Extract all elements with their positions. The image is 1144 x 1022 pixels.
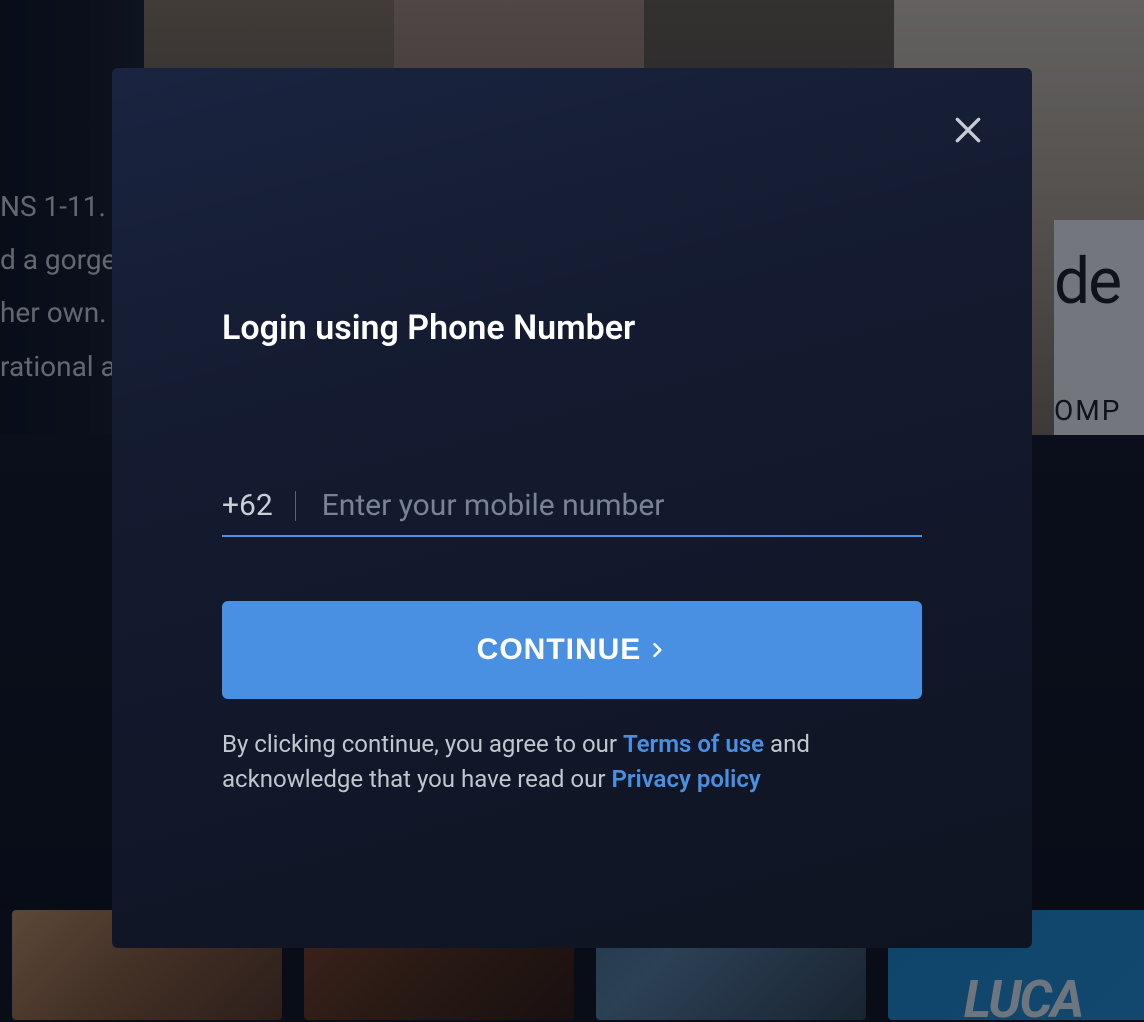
chevron-right-icon xyxy=(647,640,667,660)
modal-overlay: Login using Phone Number +62 CONTINUE By… xyxy=(0,0,1144,1022)
legal-disclaimer: By clicking continue, you agree to our T… xyxy=(222,727,922,797)
terms-of-use-link[interactable]: Terms of use xyxy=(623,730,764,758)
country-code-label[interactable]: +62 xyxy=(222,491,296,521)
close-icon xyxy=(952,114,984,146)
continue-button-label: CONTINUE xyxy=(477,633,642,667)
privacy-policy-link[interactable]: Privacy policy xyxy=(611,765,760,793)
legal-prefix: By clicking continue, you agree to our xyxy=(222,730,623,758)
modal-title: Login using Phone Number xyxy=(222,308,922,348)
login-modal: Login using Phone Number +62 CONTINUE By… xyxy=(112,68,1032,948)
phone-input-container: +62 xyxy=(222,488,922,537)
close-button[interactable] xyxy=(946,108,990,152)
phone-number-input[interactable] xyxy=(296,488,922,523)
continue-button[interactable]: CONTINUE xyxy=(222,601,922,699)
